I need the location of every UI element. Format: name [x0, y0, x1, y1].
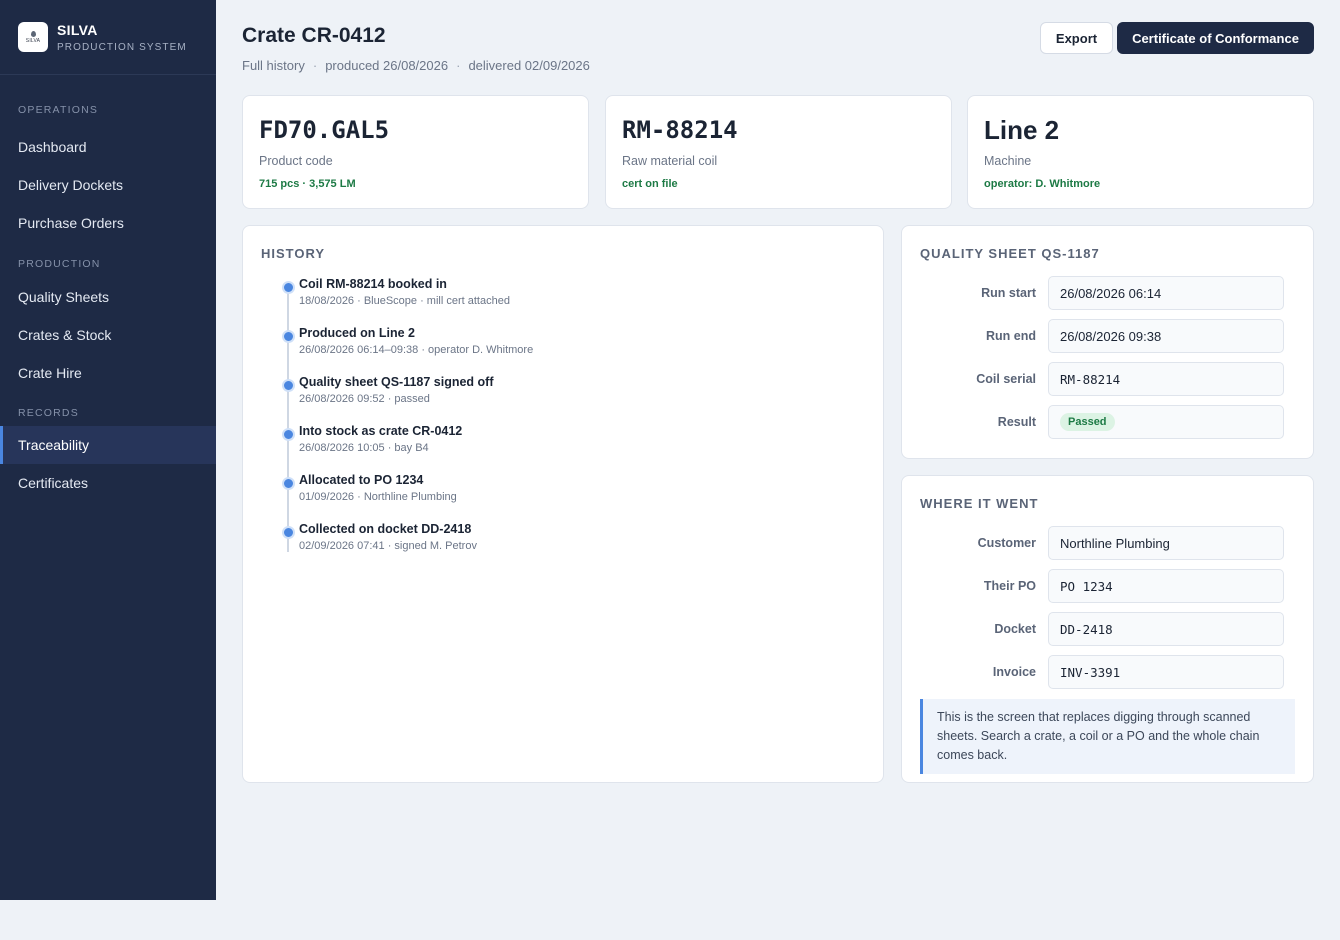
history-panel: HISTORY Coil RM-88214 booked in 18/08/20…	[242, 225, 884, 783]
po-label: Their PO	[983, 579, 1036, 593]
quality-sheet-panel: QUALITY SHEET QS-1187 Run start 26/08/20…	[901, 225, 1314, 459]
page-subtitle: Full history · produced 26/08/2026 · del…	[242, 58, 590, 73]
timeline-item: Collected on docket DD-2418 02/09/2026 0…	[281, 520, 865, 569]
result-field: Passed	[1048, 405, 1284, 439]
coil-value: RM-88214	[622, 116, 738, 144]
timeline-item-title: Coil RM-88214 booked in	[299, 277, 447, 291]
invoice-label: Invoice	[992, 665, 1036, 679]
sidebar-item-crate-hire[interactable]: Crate Hire	[0, 354, 216, 392]
subtitle-separator: ·	[312, 58, 318, 73]
timeline-item: Coil RM-88214 booked in 18/08/2026 · Blu…	[281, 275, 865, 324]
brand-subtitle: PRODUCTION SYSTEM	[57, 41, 187, 53]
run-end-row: Run end 26/08/2026 09:38	[920, 319, 1295, 353]
timeline-item-title: Into stock as crate CR-0412	[299, 424, 463, 438]
timeline-item-title: Allocated to PO 1234	[299, 473, 424, 487]
sidebar-item-certificates[interactable]: Certificates	[0, 464, 216, 502]
quality-sheet-title: QUALITY SHEET QS-1187	[920, 246, 1100, 261]
timeline-dot-icon	[282, 428, 295, 441]
subtitle-delivered: delivered 02/09/2026	[468, 58, 590, 73]
sidebar: SILVA SILVA PRODUCTION SYSTEM OPERATIONS…	[0, 0, 216, 900]
timeline-item-meta: 18/08/2026 · BlueScope · mill cert attac…	[299, 295, 510, 307]
run-end-field: 26/08/2026 09:38	[1048, 319, 1284, 353]
info-note: This is the screen that replaces digging…	[920, 699, 1295, 774]
docket-field: DD-2418	[1048, 612, 1284, 646]
drop-icon	[30, 30, 36, 37]
product-quantity-note: 715 pcs · 3,575 LM	[259, 178, 356, 190]
stat-card-product: FD70.GAL5 Product code 715 pcs · 3,575 L…	[242, 95, 589, 209]
logo-text: SILVA	[25, 37, 41, 44]
subtitle-history: Full history	[242, 58, 305, 73]
sidebar-item-quality-sheets[interactable]: Quality Sheets	[0, 278, 216, 316]
sidebar-item-purchase-orders[interactable]: Purchase Orders	[0, 204, 216, 242]
subtitle-separator: ·	[456, 58, 461, 73]
invoice-field: INV-3391	[1048, 655, 1284, 689]
timeline-dot-icon	[282, 526, 295, 539]
product-code-value: FD70.GAL5	[259, 116, 390, 144]
where-it-went-title: WHERE IT WENT	[920, 496, 1039, 511]
po-row: Their PO PO 1234	[920, 569, 1295, 603]
invoice-row: Invoice INV-3391	[920, 655, 1295, 689]
timeline-dot-icon	[282, 330, 295, 343]
coil-serial-row: Coil serial RM-88214	[920, 362, 1295, 396]
customer-row: Customer Northline Plumbing	[920, 526, 1295, 560]
timeline-item: Quality sheet QS-1187 signed off 26/08/2…	[281, 373, 865, 422]
coil-label: Raw material coil	[622, 154, 718, 168]
certificate-of-conformance-button[interactable]: Certificate of Conformance	[1117, 22, 1314, 54]
machine-operator-note: operator: D. Whitmore	[984, 178, 1101, 190]
docket-row: Docket DD-2418	[920, 612, 1295, 646]
history-title: HISTORY	[261, 246, 326, 261]
where-it-went-panel: WHERE IT WENT Customer Northline Plumbin…	[901, 475, 1314, 783]
product-code-label: Product code	[259, 154, 333, 168]
brand-name: SILVA	[57, 21, 98, 38]
result-row: Result Passed	[920, 405, 1295, 439]
brand: SILVA SILVA PRODUCTION SYSTEM	[0, 0, 216, 75]
run-start-label: Run start	[981, 286, 1036, 300]
timeline-item: Produced on Line 2 26/08/2026 06:14–09:3…	[281, 324, 865, 373]
page-title: Crate CR-0412	[242, 24, 386, 47]
timeline-item-title: Collected on docket DD-2418	[299, 522, 472, 536]
docket-label: Docket	[994, 622, 1036, 636]
silva-logo: SILVA	[18, 22, 48, 52]
export-button[interactable]: Export	[1040, 22, 1113, 54]
timeline-item-meta: 26/08/2026 06:14–09:38 · operator D. Whi…	[299, 344, 534, 356]
customer-field: Northline Plumbing	[1048, 526, 1284, 560]
subtitle-produced: produced 26/08/2026	[325, 58, 449, 73]
machine-value: Line 2	[984, 115, 1060, 145]
timeline-item-title: Quality sheet QS-1187 signed off	[299, 375, 494, 389]
run-start-row: Run start 26/08/2026 06:14	[920, 276, 1295, 310]
timeline-item-meta: 01/09/2026 · Northline Plumbing	[299, 491, 457, 503]
po-field: PO 1234	[1048, 569, 1284, 603]
history-timeline: Coil RM-88214 booked in 18/08/2026 · Blu…	[261, 275, 865, 569]
nav-section-operations: OPERATIONS	[18, 104, 99, 116]
sidebar-item-delivery-dockets[interactable]: Delivery Dockets	[0, 166, 216, 204]
timeline-item-title: Produced on Line 2	[299, 326, 415, 340]
sidebar-item-crates-stock[interactable]: Crates & Stock	[0, 316, 216, 354]
timeline-item-meta: 26/08/2026 09:52 · passed	[299, 393, 430, 405]
run-end-label: Run end	[986, 329, 1036, 343]
machine-label: Machine	[984, 154, 1032, 168]
result-label: Result	[997, 415, 1036, 429]
coil-serial-field: RM-88214	[1048, 362, 1284, 396]
coil-serial-label: Coil serial	[976, 372, 1036, 386]
stat-card-coil: RM-88214 Raw material coil cert on file	[605, 95, 952, 209]
timeline-item-meta: 02/09/2026 07:41 · signed M. Petrov	[299, 540, 477, 552]
customer-label: Customer	[977, 536, 1036, 550]
sidebar-item-traceability[interactable]: Traceability	[0, 426, 216, 464]
coil-cert-note: cert on file	[622, 178, 678, 190]
sidebar-item-dashboard[interactable]: Dashboard	[0, 128, 216, 166]
timeline-dot-icon	[282, 379, 295, 392]
timeline-item-meta: 26/08/2026 10:05 · bay B4	[299, 442, 429, 454]
nav-section-records: RECORDS	[18, 407, 79, 419]
nav-section-production: PRODUCTION	[18, 258, 101, 270]
timeline-item: Allocated to PO 1234 01/09/2026 · Northl…	[281, 471, 865, 520]
status-badge: Passed	[1060, 413, 1115, 431]
timeline-dot-icon	[282, 477, 295, 490]
stat-card-machine: Line 2 Machine operator: D. Whitmore	[967, 95, 1314, 209]
timeline-dot-icon	[282, 281, 295, 294]
timeline-item: Into stock as crate CR-0412 26/08/2026 1…	[281, 422, 865, 471]
run-start-field: 26/08/2026 06:14	[1048, 276, 1284, 310]
